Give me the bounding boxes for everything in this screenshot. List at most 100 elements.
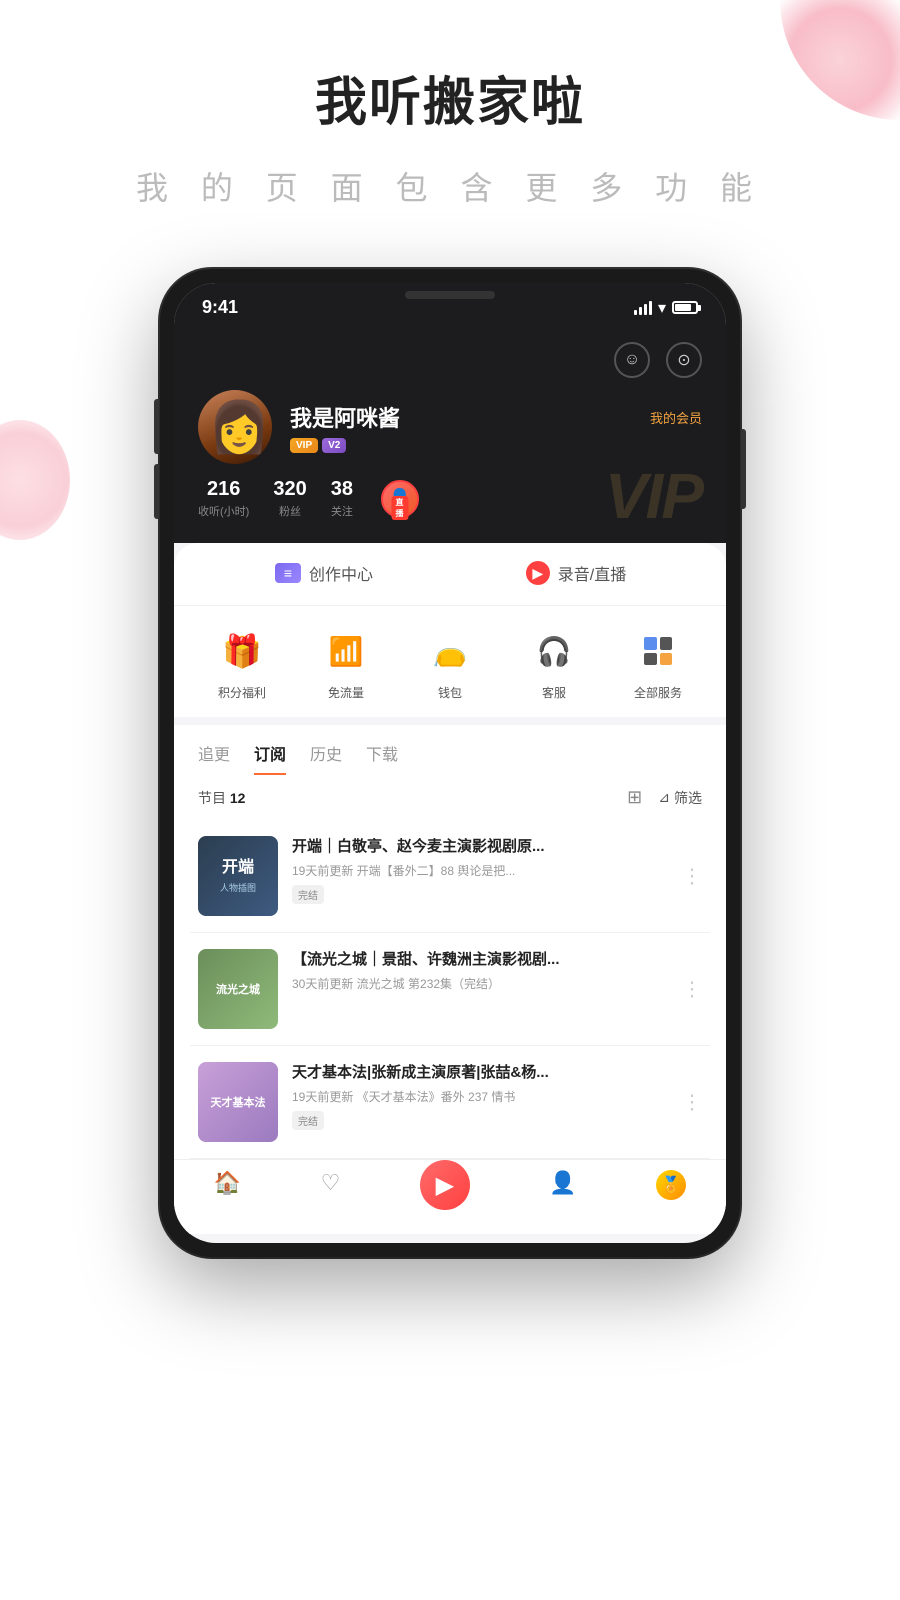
tab-follow-updates[interactable]: 追更 — [198, 741, 230, 775]
thumb-kaiduan: 开端 人物插图 — [198, 836, 278, 916]
page-subtitle: 我 的 页 面 包 含 更 多 功 能 — [0, 163, 900, 209]
stat-fans: 320 粉丝 — [273, 478, 330, 519]
service-points[interactable]: 🎁 积分福利 — [217, 626, 267, 701]
thumb-title-2: 流光之城 — [212, 977, 264, 1001]
wallet-label: 钱包 — [438, 684, 462, 701]
list-item-title-2: 【流光之城｜景甜、许魏洲主演影视剧... — [292, 949, 702, 970]
tab-record-label: 录音/直播 — [558, 561, 626, 585]
profile-info-row: 我是阿咪酱 我的会员 VIP V2 — [198, 390, 702, 464]
tab-subscriptions[interactable]: 订阅 — [254, 741, 286, 775]
tab-history[interactable]: 历史 — [310, 741, 342, 775]
points-icon-wrap: 🎁 — [217, 626, 267, 676]
nav-discover[interactable]: ♡ — [321, 1170, 341, 1210]
create-center-icon: ≡ — [275, 563, 301, 583]
more-btn-1[interactable]: ⋮ — [674, 856, 710, 897]
battery-fill — [675, 304, 691, 311]
phone-outer-frame: 9:41 ▾ ☺ — [160, 269, 740, 1257]
thumb-title-1: 开端 — [222, 858, 254, 877]
phone-side-btn-power — [741, 429, 746, 509]
stat-listening-label: 收听(小时) — [198, 503, 249, 519]
service-traffic[interactable]: 📶 免流量 — [321, 626, 371, 701]
list-item: 流光之城 【流光之城｜景甜、许魏洲主演影视剧... 30天前更新 流光之城 第2… — [190, 933, 710, 1046]
list-item-content-2: 【流光之城｜景甜、许魏洲主演影视剧... 30天前更新 流光之城 第232集（完… — [292, 949, 702, 992]
status-icons: ▾ — [634, 298, 698, 318]
thumb-tiancai: 天才基本法 — [198, 1062, 278, 1142]
phone-side-btn-volume-up — [154, 399, 159, 454]
nav-profile[interactable]: 👤 — [549, 1170, 576, 1210]
list-item: 开端 人物插图 开端｜白敬亭、赵今麦主演影视剧原... 19天前更新 开端【番外… — [190, 820, 710, 933]
complete-tag-3: 完结 — [292, 1111, 324, 1130]
tab-downloads[interactable]: 下载 — [366, 741, 398, 775]
settings-icon: ⊙ — [677, 350, 690, 370]
profile-name: 我是阿咪酱 — [290, 401, 400, 433]
list-item-title-1: 开端｜白敬亭、赵今麦主演影视剧原... — [292, 836, 702, 857]
vip-badge-row: VIP V2 — [290, 438, 346, 453]
more-btn-2[interactable]: ⋮ — [674, 969, 710, 1010]
tab-record-live[interactable]: ▶ 录音/直播 — [450, 543, 702, 605]
signal-bar-1 — [634, 310, 637, 315]
medal-icon: 🏅 — [656, 1170, 686, 1200]
list-item-meta-1: 19天前更新 开端【番外二】88 舆论是把... — [292, 862, 702, 879]
list-item: 天才基本法 天才基本法|张新成主演原著|张喆&杨... 19天前更新 《天才基本… — [190, 1046, 710, 1159]
bottom-nav: 🏠 ♡ ▶ 👤 🏅 — [174, 1159, 726, 1234]
signal-icon — [634, 301, 652, 315]
status-time: 9:41 — [202, 297, 238, 318]
phone-screen: 9:41 ▾ ☺ — [174, 283, 726, 1243]
service-wallet[interactable]: 👝 钱包 — [425, 626, 475, 701]
stat-listening-number: 216 — [198, 478, 249, 501]
discover-icon: ♡ — [321, 1170, 341, 1196]
apps-dot-2 — [660, 637, 673, 650]
list-item-content-3: 天才基本法|张新成主演原著|张喆&杨... 19天前更新 《天才基本法》番外 2… — [292, 1062, 702, 1130]
phone-side-btn-volume-down — [154, 464, 159, 519]
creator-tabs: ≡ 创作中心 ▶ 录音/直播 — [174, 543, 726, 606]
vip-badge: VIP — [290, 438, 318, 453]
stat-fans-number: 320 — [273, 478, 306, 501]
support-icon-wrap: 🎧 — [529, 626, 579, 676]
nav-play-btn[interactable]: ▶ — [420, 1160, 470, 1210]
thumb-title-3: 天才基本法 — [207, 1090, 270, 1114]
record-icon: ▶ — [526, 561, 550, 585]
all-services-label: 全部服务 — [634, 684, 682, 701]
message-icon-btn[interactable]: ☺ — [614, 342, 650, 378]
page-title: 我听搬家啦 — [0, 60, 900, 135]
profile-top-icons: ☺ ⊙ — [198, 342, 702, 378]
nav-home[interactable]: 🏠 — [214, 1170, 241, 1210]
live-avatar[interactable]: 👤 直播 — [381, 480, 419, 518]
stat-following: 38 关注 — [331, 478, 377, 519]
page-header: 我听搬家啦 我 的 页 面 包 含 更 多 功 能 — [0, 0, 900, 209]
wallet-icon-wrap: 👝 — [425, 626, 475, 676]
profile-stats: 216 收听(小时) 320 粉丝 38 关注 👤 直播 — [198, 478, 702, 519]
signal-service-icon: 📶 — [329, 635, 364, 668]
wallet-icon: 👝 — [433, 635, 468, 668]
avatar — [198, 390, 272, 464]
nav-rewards[interactable]: 🏅 — [656, 1170, 686, 1210]
complete-tag-1: 完结 — [292, 885, 324, 904]
profile-name-row: 我是阿咪酱 我的会员 — [290, 401, 702, 433]
stat-following-number: 38 — [331, 478, 353, 501]
profile-section: ☺ ⊙ 我是阿咪酱 我的会员 VIP — [174, 326, 726, 543]
list-view-icon[interactable]: ⊞ — [627, 787, 642, 808]
all-services-icon-wrap — [633, 626, 683, 676]
support-label: 客服 — [542, 684, 566, 701]
more-btn-3[interactable]: ⋮ — [674, 1082, 710, 1123]
list-item-title-3: 天才基本法|张新成主演原著|张喆&杨... — [292, 1062, 702, 1083]
card-area: ≡ 创作中心 ▶ 录音/直播 🎁 积分福利 — [174, 543, 726, 1234]
message-icon: ☺ — [624, 351, 640, 369]
filter-count: 节目 12 — [198, 788, 245, 808]
filter-button[interactable]: ⊿ 筛选 — [658, 788, 702, 808]
wifi-icon: ▾ — [658, 298, 666, 318]
tab-create-center[interactable]: ≡ 创作中心 — [198, 543, 450, 605]
service-all[interactable]: 全部服务 — [633, 626, 683, 701]
headset-icon: 🎧 — [537, 635, 572, 668]
vip-link[interactable]: 我的会员 — [650, 408, 702, 427]
signal-bar-2 — [639, 307, 642, 315]
apps-dot-4 — [660, 653, 673, 666]
list-items: 开端 人物插图 开端｜白敬亭、赵今麦主演影视剧原... 19天前更新 开端【番外… — [174, 820, 726, 1159]
list-item-content-1: 开端｜白敬亭、赵今麦主演影视剧原... 19天前更新 开端【番外二】88 舆论是… — [292, 836, 702, 904]
settings-icon-btn[interactable]: ⊙ — [666, 342, 702, 378]
gift-icon: 🎁 — [222, 632, 262, 670]
stat-following-label: 关注 — [331, 503, 353, 519]
service-grid: 🎁 积分福利 📶 免流量 👝 钱包 — [174, 606, 726, 725]
service-support[interactable]: 🎧 客服 — [529, 626, 579, 701]
home-icon: 🏠 — [214, 1170, 241, 1196]
